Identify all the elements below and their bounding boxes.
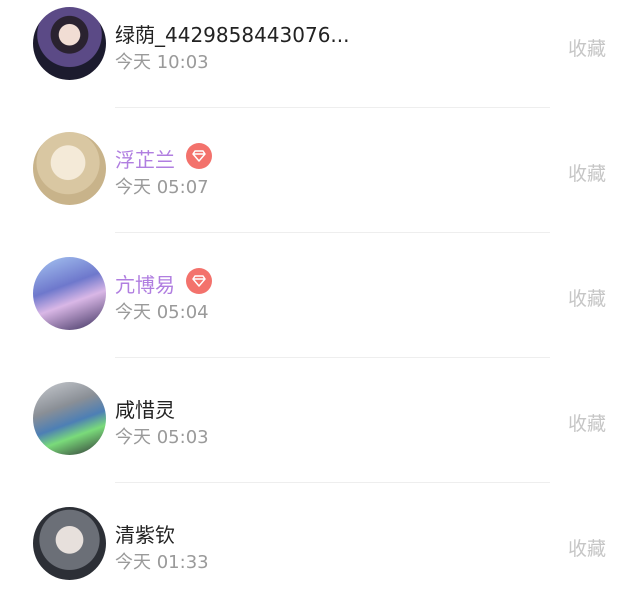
list-item[interactable]: 浮芷兰 今天 05:07 收藏 xyxy=(0,108,640,233)
avatar[interactable] xyxy=(33,382,106,455)
user-name[interactable]: 浮芷兰 xyxy=(115,144,175,173)
avatar[interactable] xyxy=(33,132,106,205)
diamond-icon xyxy=(186,268,212,294)
user-name[interactable]: 清紫钦 xyxy=(115,519,175,548)
user-name[interactable]: 绿荫_4429858443076... xyxy=(115,19,350,48)
user-name[interactable]: 亢博易 xyxy=(115,269,175,298)
collect-button[interactable]: 收藏 xyxy=(568,34,606,61)
list-item[interactable]: 咸惜灵 今天 05:03 收藏 xyxy=(0,358,640,483)
avatar[interactable] xyxy=(33,507,106,580)
list-item[interactable]: 亢博易 今天 05:04 收藏 xyxy=(0,233,640,358)
collect-button[interactable]: 收藏 xyxy=(568,409,606,436)
collect-button[interactable]: 收藏 xyxy=(568,159,606,186)
user-name[interactable]: 咸惜灵 xyxy=(115,394,175,423)
avatar[interactable] xyxy=(33,257,106,330)
avatar[interactable] xyxy=(33,7,106,80)
timestamp: 今天 10:03 xyxy=(115,52,209,73)
timestamp: 今天 05:04 xyxy=(115,302,209,323)
collect-button[interactable]: 收藏 xyxy=(568,284,606,311)
user-list: 绿荫_4429858443076... 今天 10:03 收藏 浮芷兰 今天 0… xyxy=(0,0,640,580)
timestamp: 今天 01:33 xyxy=(115,552,209,573)
diamond-icon xyxy=(186,143,212,169)
timestamp: 今天 05:03 xyxy=(115,427,209,448)
list-item[interactable]: 绿荫_4429858443076... 今天 10:03 收藏 xyxy=(0,0,640,108)
collect-button[interactable]: 收藏 xyxy=(568,534,606,561)
timestamp: 今天 05:07 xyxy=(115,177,209,198)
list-item[interactable]: 清紫钦 今天 01:33 收藏 xyxy=(0,483,640,608)
